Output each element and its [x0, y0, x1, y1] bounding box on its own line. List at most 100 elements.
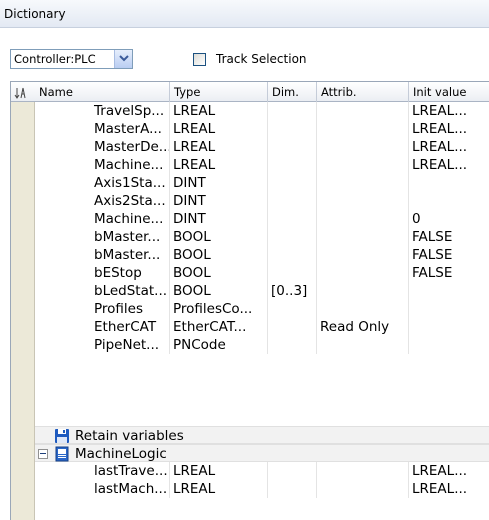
cell-dim[interactable] [268, 210, 317, 228]
table-row[interactable]: bMaster... BOOL FALSE [35, 228, 489, 246]
column-header-init-value[interactable]: Init value [409, 82, 489, 102]
cell-init[interactable] [409, 318, 489, 336]
table-row[interactable]: lastTrave... LREAL LREAL... [35, 462, 489, 480]
cell-dim[interactable] [268, 192, 317, 210]
cell-type[interactable]: LREAL [170, 156, 268, 174]
cell-attrib[interactable] [317, 300, 409, 318]
cell-type[interactable]: BOOL [170, 264, 268, 282]
cell-attrib[interactable] [317, 120, 409, 138]
table-row[interactable]: TravelSp... LREAL LREAL... [35, 102, 489, 120]
column-header-dim[interactable]: Dim. [268, 82, 317, 102]
cell-attrib[interactable] [317, 282, 409, 300]
cell-name[interactable]: MasterA... [91, 120, 170, 138]
cell-attrib[interactable] [317, 138, 409, 156]
cell-type[interactable]: PNCode [170, 336, 268, 354]
cell-dim[interactable] [268, 102, 317, 120]
cell-init[interactable] [409, 174, 489, 192]
table-row[interactable]: bLedStat... BOOL [0..3] [35, 282, 489, 300]
cell-init[interactable]: FALSE [409, 246, 489, 264]
cell-init[interactable]: LREAL... [409, 138, 489, 156]
cell-dim[interactable] [268, 156, 317, 174]
cell-type[interactable]: BOOL [170, 282, 268, 300]
cell-init[interactable] [409, 192, 489, 210]
cell-name[interactable]: Machine... [91, 210, 170, 228]
table-row[interactable]: bEStop BOOL FALSE [35, 264, 489, 282]
table-row[interactable]: PipeNet... PNCode [35, 336, 489, 354]
cell-type[interactable]: EtherCAT... [170, 318, 268, 336]
cell-attrib[interactable] [317, 264, 409, 282]
cell-attrib[interactable]: Read Only [317, 318, 409, 336]
cell-attrib[interactable] [317, 102, 409, 120]
table-row[interactable]: Machine... DINT 0 [35, 210, 489, 228]
cell-init[interactable]: FALSE [409, 264, 489, 282]
cell-type[interactable]: LREAL [170, 120, 268, 138]
cell-attrib[interactable] [317, 174, 409, 192]
cell-name[interactable]: TravelSp... [91, 102, 170, 120]
group-row-machine-logic[interactable]: MachineLogic [35, 444, 489, 462]
cell-dim[interactable] [268, 138, 317, 156]
cell-attrib[interactable] [317, 192, 409, 210]
cell-attrib[interactable] [317, 336, 409, 354]
cell-init[interactable]: LREAL... [409, 102, 489, 120]
table-row[interactable]: MasterA... LREAL LREAL... [35, 120, 489, 138]
cell-dim[interactable] [268, 228, 317, 246]
cell-type[interactable]: DINT [170, 174, 268, 192]
group-row-retain-variables[interactable]: Retain variables [35, 426, 489, 444]
column-header-attrib[interactable]: Attrib. [317, 82, 409, 102]
cell-name[interactable]: Profiles [91, 300, 170, 318]
cell-name[interactable]: lastTrave... [91, 462, 170, 480]
column-header-type[interactable]: Type [170, 82, 268, 102]
chevron-down-icon[interactable] [114, 50, 132, 68]
cell-name[interactable]: Axis1Sta... [91, 174, 170, 192]
cell-init[interactable] [409, 300, 489, 318]
cell-type[interactable]: LREAL [170, 138, 268, 156]
sort-icon[interactable] [14, 85, 31, 99]
cell-init[interactable] [409, 282, 489, 300]
cell-init[interactable]: LREAL... [409, 462, 489, 480]
cell-name[interactable]: PipeNet... [91, 336, 170, 354]
cell-type[interactable]: ProfilesCo... [170, 300, 268, 318]
table-row[interactable]: MasterDe... LREAL LREAL... [35, 138, 489, 156]
cell-name[interactable]: MasterDe... [91, 138, 170, 156]
cell-dim[interactable] [268, 120, 317, 138]
cell-type[interactable]: DINT [170, 192, 268, 210]
cell-dim[interactable] [268, 246, 317, 264]
cell-name[interactable]: bMaster... [91, 228, 170, 246]
cell-name[interactable]: Machine... [91, 156, 170, 174]
cell-name[interactable]: EtherCAT [91, 318, 170, 336]
cell-dim[interactable]: [0..3] [268, 282, 317, 300]
cell-attrib[interactable] [317, 246, 409, 264]
cell-name[interactable]: Axis2Sta... [91, 192, 170, 210]
cell-type[interactable]: LREAL [170, 102, 268, 120]
cell-attrib[interactable] [317, 462, 409, 480]
cell-init[interactable]: FALSE [409, 228, 489, 246]
cell-init[interactable]: LREAL... [409, 120, 489, 138]
cell-type[interactable]: LREAL [170, 480, 268, 498]
track-selection-checkbox[interactable] [193, 53, 206, 66]
table-row[interactable]: Machine... LREAL LREAL... [35, 156, 489, 174]
collapse-toggle-icon[interactable] [38, 449, 48, 459]
table-row[interactable]: lastMach... LREAL LREAL... [35, 480, 489, 498]
column-header-name[interactable]: Name [35, 82, 170, 102]
cell-dim[interactable] [268, 300, 317, 318]
cell-type[interactable]: BOOL [170, 228, 268, 246]
cell-dim[interactable] [268, 336, 317, 354]
cell-init[interactable]: 0 [409, 210, 489, 228]
cell-attrib[interactable] [317, 228, 409, 246]
cell-dim[interactable] [268, 480, 317, 498]
controller-select[interactable]: Controller:PLC [10, 49, 133, 69]
cell-dim[interactable] [268, 462, 317, 480]
table-row[interactable]: Axis1Sta... DINT [35, 174, 489, 192]
cell-attrib[interactable] [317, 480, 409, 498]
cell-dim[interactable] [268, 318, 317, 336]
table-row[interactable]: Profiles ProfilesCo... [35, 300, 489, 318]
cell-init[interactable]: LREAL... [409, 156, 489, 174]
table-row[interactable]: Axis2Sta... DINT [35, 192, 489, 210]
cell-init[interactable]: LREAL... [409, 480, 489, 498]
cell-name[interactable]: bEStop [91, 264, 170, 282]
cell-attrib[interactable] [317, 156, 409, 174]
cell-type[interactable]: LREAL [170, 462, 268, 480]
cell-dim[interactable] [268, 264, 317, 282]
table-row[interactable]: EtherCAT EtherCAT... Read Only [35, 318, 489, 336]
table-row[interactable]: bMaster... BOOL FALSE [35, 246, 489, 264]
